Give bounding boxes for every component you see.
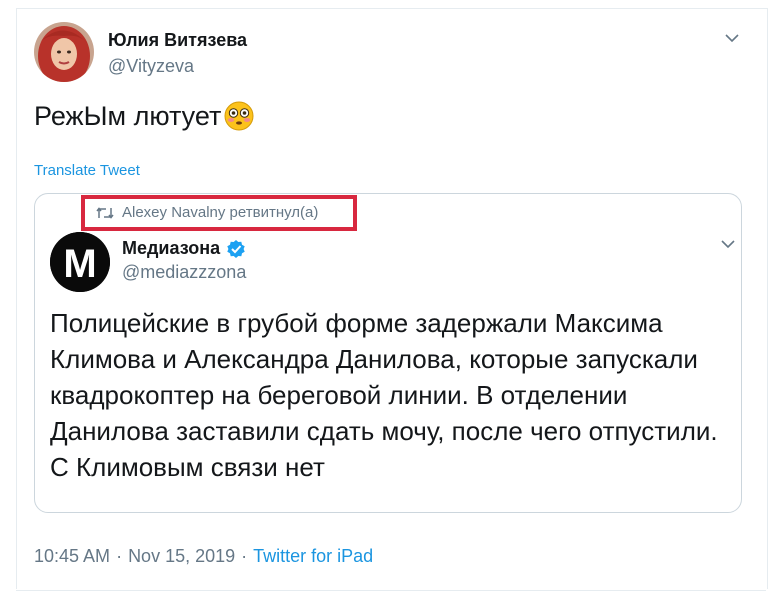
quote-chevron-down-icon[interactable]: [718, 234, 738, 254]
quote-author-handle[interactable]: @mediazzzona: [122, 262, 246, 283]
tweet-metadata: 10:45 AM · Nov 15, 2019 · Twitter for iP…: [34, 546, 373, 567]
quote-author-avatar[interactable]: M: [50, 232, 110, 292]
translate-tweet-link[interactable]: Translate Tweet: [34, 162, 140, 179]
author-name[interactable]: Юлия Витязева: [108, 30, 247, 51]
quote-author-name: Медиазона: [122, 238, 221, 258]
quote-text: Полицейские в грубой форме задержали Мак…: [50, 308, 718, 482]
meta-separator-2: ·: [241, 546, 248, 566]
meta-separator: ·: [116, 546, 123, 566]
tweet-source-link[interactable]: Twitter for iPad: [253, 546, 373, 567]
mediazona-logo-icon: M: [50, 232, 110, 292]
tweet-text-body: РежЫм лютует: [34, 100, 222, 131]
highlight-box: [81, 195, 357, 231]
timestamp-date[interactable]: Nov 15, 2019: [128, 546, 235, 567]
tweet-text: РежЫм лютует: [34, 100, 255, 132]
divider: [16, 590, 766, 591]
flushed-face-icon: [224, 101, 254, 131]
verified-badge-icon: [227, 239, 245, 258]
chevron-down-icon[interactable]: [722, 28, 742, 48]
quote-author[interactable]: Медиазона: [122, 238, 246, 259]
author-avatar[interactable]: [34, 22, 94, 82]
author-handle[interactable]: @Vityzeva: [108, 56, 194, 77]
timestamp-time[interactable]: 10:45 AM: [34, 546, 110, 567]
avatar-image: [34, 22, 94, 82]
svg-text:M: M: [63, 242, 96, 286]
